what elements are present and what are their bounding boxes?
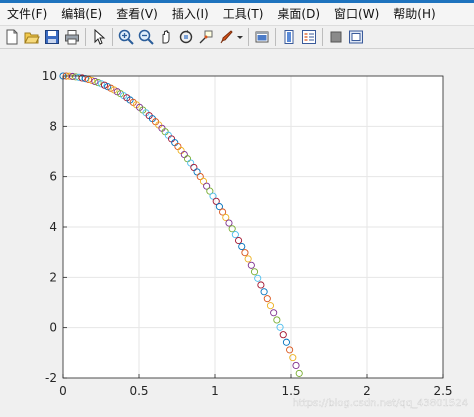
x-tick-label: 1 xyxy=(211,384,219,398)
watermark-text: https://blog.csdn.net/qq_43801524 xyxy=(292,398,468,409)
figure-canvas: 0 0.5 1 1.5 2 2.5 -2 0 2 4 6 8 10 https://blog.csdn.… xyxy=(0,50,474,413)
print-icon[interactable] xyxy=(62,28,81,47)
link-plot-icon[interactable] xyxy=(252,28,271,47)
insert-colorbar-icon[interactable] xyxy=(279,28,298,47)
menu-window[interactable]: 窗口(W) xyxy=(327,3,386,25)
menu-help[interactable]: 帮助(H) xyxy=(386,3,442,25)
chart-svg[interactable]: 0 0.5 1 1.5 2 2.5-20246810 https://blog.csdn.… xyxy=(0,50,474,413)
x-tick-label: 1.5 xyxy=(281,384,300,398)
toolbar-separator xyxy=(112,28,113,46)
x-tick-label: 2.5 xyxy=(433,384,452,398)
y-tick-label: 2 xyxy=(49,270,57,284)
y-tick-label: -2 xyxy=(45,371,57,385)
toolbar-separator xyxy=(322,28,323,46)
menu-tools[interactable]: 工具(T) xyxy=(216,3,271,25)
edit-plot-icon[interactable] xyxy=(89,28,108,47)
zoom-in-icon[interactable] xyxy=(116,28,135,47)
brush-icon[interactable] xyxy=(216,28,235,47)
menu-edit[interactable]: 编辑(E) xyxy=(54,3,109,25)
y-tick-label: 10 xyxy=(42,69,57,83)
x-tick-label: 0 xyxy=(59,384,67,398)
rotate-3d-icon[interactable] xyxy=(176,28,195,47)
zoom-out-icon[interactable] xyxy=(136,28,155,47)
figure-toolbar xyxy=(0,25,474,49)
y-tick-label: 4 xyxy=(49,220,57,234)
show-plot-tools-icon[interactable] xyxy=(346,28,365,47)
toolbar-separator xyxy=(275,28,276,46)
toolbar-separator xyxy=(248,28,249,46)
hide-plot-tools-icon[interactable] xyxy=(326,28,345,47)
save-icon[interactable] xyxy=(42,28,61,47)
y-tick-label: 8 xyxy=(49,119,57,133)
brush-dropdown-icon[interactable] xyxy=(236,28,244,47)
y-tick-label: 0 xyxy=(49,321,57,335)
data-cursor-icon[interactable] xyxy=(196,28,215,47)
menu-view[interactable]: 查看(V) xyxy=(109,3,165,25)
open-file-icon[interactable] xyxy=(22,28,41,47)
menu-file[interactable]: 文件(F) xyxy=(0,3,54,25)
y-tick-label: 6 xyxy=(49,170,57,184)
insert-legend-icon[interactable] xyxy=(299,28,318,47)
menu-desktop[interactable]: 桌面(D) xyxy=(270,3,327,25)
toolbar-separator xyxy=(85,28,86,46)
x-tick-label: 0.5 xyxy=(129,384,148,398)
new-figure-icon[interactable] xyxy=(2,28,21,47)
menu-insert[interactable]: 插入(I) xyxy=(165,3,216,25)
menu-bar: 文件(F) 编辑(E) 查看(V) 插入(I) 工具(T) 桌面(D) 窗口(W… xyxy=(0,3,474,25)
pan-icon[interactable] xyxy=(156,28,175,47)
x-tick-label: 2 xyxy=(363,384,371,398)
